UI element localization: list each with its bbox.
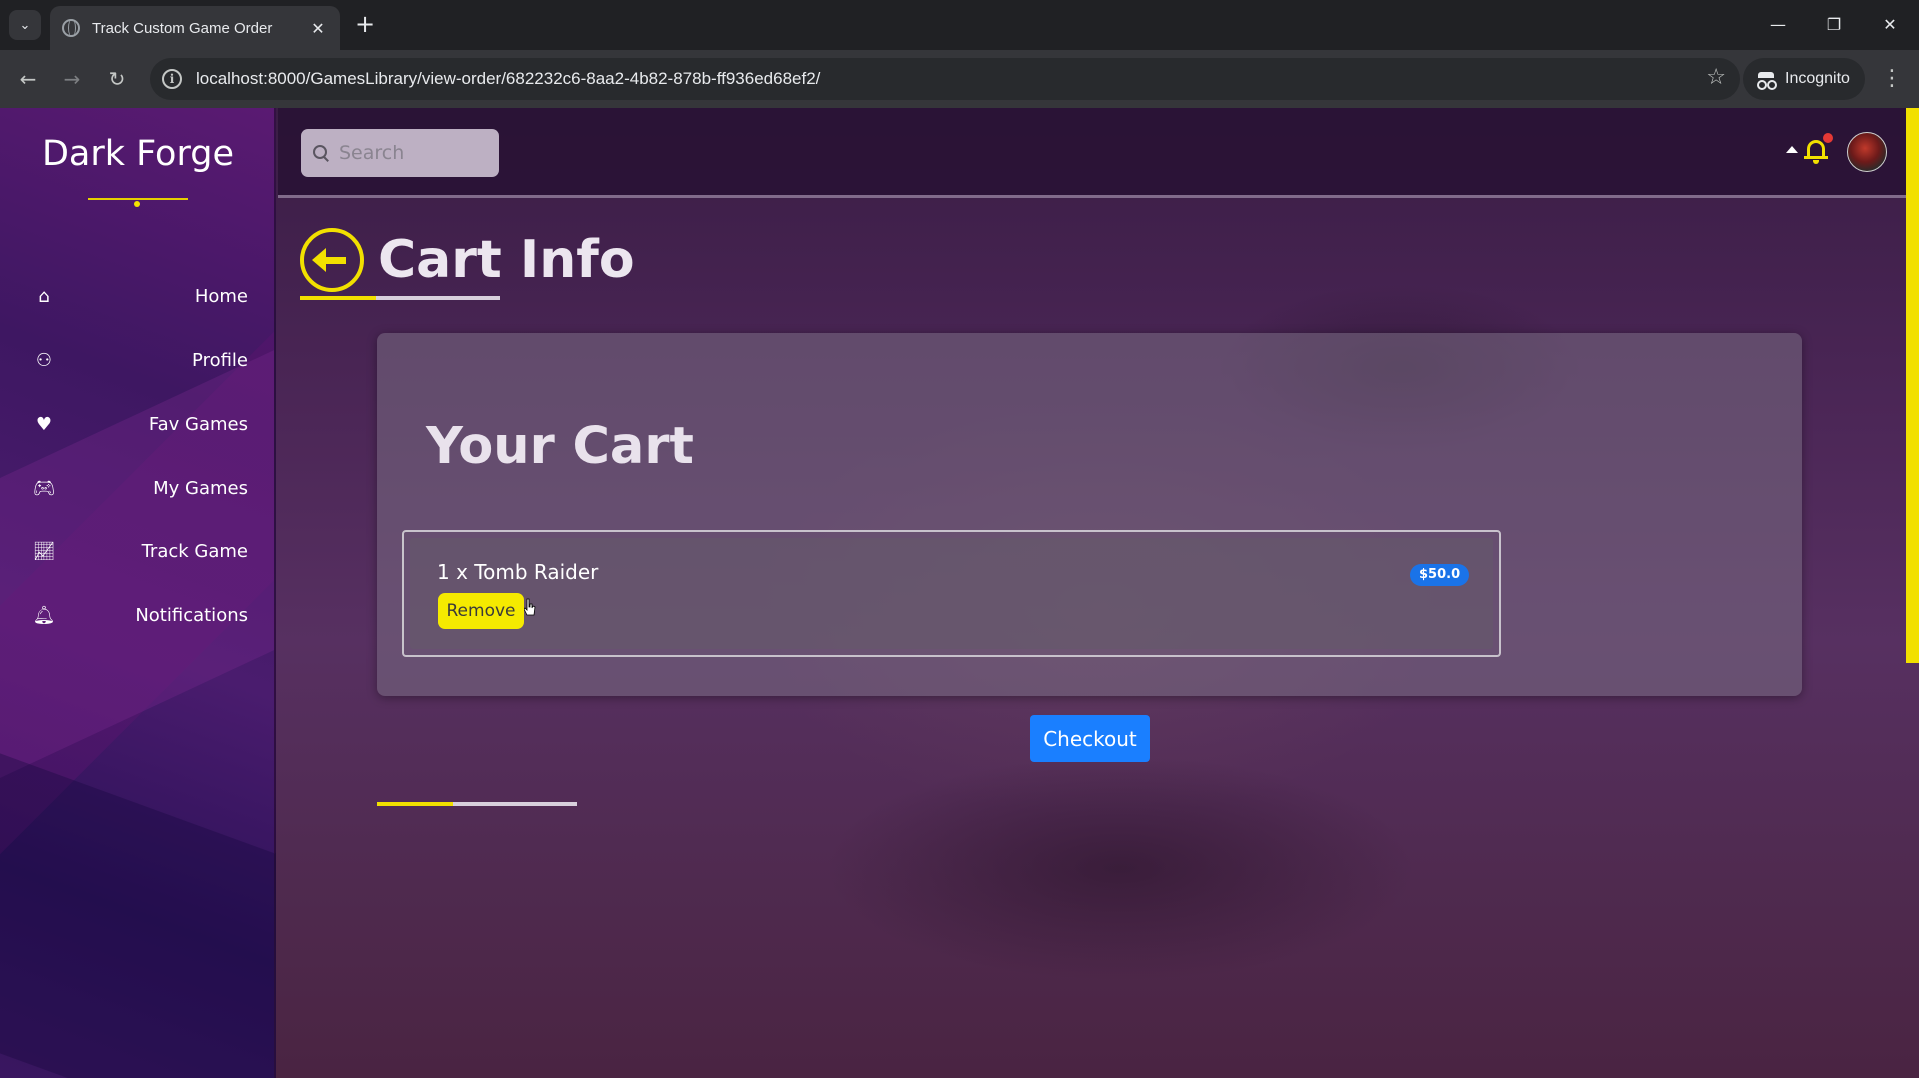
search-input[interactable] [339,142,469,164]
notification-dot [1823,133,1833,143]
price-badge: $50.0 [1410,564,1470,586]
sidebar-item-track-game[interactable]: 📈︎ Track Game [30,529,248,573]
gamepad-icon: 🎮︎ [32,477,56,499]
remove-button[interactable]: Remove [438,593,524,629]
sidebar-item-my-games[interactable]: 🎮︎ My Games [30,466,248,510]
cart-heading: Your Cart [426,417,694,476]
sidebar-item-label: Home [194,285,248,307]
sidebar-item-label: Track Game [141,540,248,562]
sidebar-item-home[interactable]: ⌂ Home [30,274,248,318]
sidebar-item-fav-games[interactable]: ♥ Fav Games [30,402,248,446]
incognito-icon [1757,72,1775,90]
sidebar-item-profile[interactable]: ⚇ Profile [30,338,248,382]
sidebar-item-notifications[interactable]: 🔔︎ Notifications [30,593,248,637]
card-underline [377,802,577,806]
chart-line-icon: 📈︎ [32,540,56,562]
bookmark-star-icon[interactable]: ☆ [1706,65,1726,90]
search-box[interactable] [301,129,499,177]
page: Dark Forge ⌂ Home ⚇ Profile ♥ Fav Games … [0,108,1919,1078]
title-underline [300,296,500,300]
close-tab-icon[interactable]: ✕ [308,19,328,38]
pointer-cursor-icon [524,598,536,616]
user-icon: ⚇ [35,349,53,371]
page-title: Cart Info [378,230,635,290]
back-arrow-icon[interactable] [300,228,364,292]
sidebar: Dark Forge ⌂ Home ⚇ Profile ♥ Fav Games … [0,108,276,1078]
tab-search-icon[interactable]: ⌄ [9,10,41,40]
brand-title: Dark Forge [41,134,234,174]
globe-icon [62,19,80,37]
brand-divider [88,198,188,200]
minimize-button[interactable]: — [1758,10,1798,40]
url-text: localhost:8000/GamesLibrary/view-order/6… [196,69,821,88]
heart-icon: ♥ [35,413,53,435]
new-tab-button[interactable]: + [352,12,378,38]
avatar[interactable] [1847,132,1887,172]
tab-title: Track Custom Game Order [92,19,273,37]
bell-icon: 🔔︎ [32,604,56,626]
back-button[interactable]: ← [12,63,44,95]
scrollbar[interactable] [1906,108,1919,663]
search-icon [313,145,329,161]
browser-menu-icon[interactable]: ⋮ [1880,63,1904,95]
caret-up-icon[interactable] [1786,146,1798,153]
sidebar-item-label: Fav Games [148,413,248,435]
brand-divider-dot [134,201,140,207]
top-bar [278,108,1919,198]
browser-tab-bar: ⌄ Track Custom Game Order ✕ + — ❐ ✕ [0,0,1919,50]
reload-button[interactable]: ↻ [101,63,133,95]
browser-toolbar: ← → ↻ i localhost:8000/GamesLibrary/view… [0,50,1919,108]
incognito-label: Incognito [1785,70,1850,87]
cart-card: Your Cart 1 x Tomb Raider $50.0 Remove C… [377,333,1802,762]
forward-button[interactable]: → [56,63,88,95]
close-window-button[interactable]: ✕ [1870,10,1910,40]
incognito-indicator[interactable]: Incognito [1743,58,1865,100]
page-header: Cart Info [300,220,635,300]
cart-list: 1 x Tomb Raider $50.0 Remove [402,530,1501,657]
address-bar[interactable]: i localhost:8000/GamesLibrary/view-order… [150,58,1740,100]
site-info-icon[interactable]: i [162,69,182,89]
sidebar-item-label: Notifications [135,604,248,626]
checkout-button[interactable]: Checkout [1030,715,1150,762]
sidebar-item-label: Profile [192,349,248,371]
list-item: 1 x Tomb Raider $50.0 Remove [410,538,1493,649]
restore-button[interactable]: ❐ [1814,10,1854,40]
home-icon: ⌂ [38,285,50,307]
browser-tab[interactable]: Track Custom Game Order ✕ [50,6,340,50]
cart-item-name: 1 x Tomb Raider [437,560,599,584]
sidebar-item-label: My Games [153,477,248,499]
